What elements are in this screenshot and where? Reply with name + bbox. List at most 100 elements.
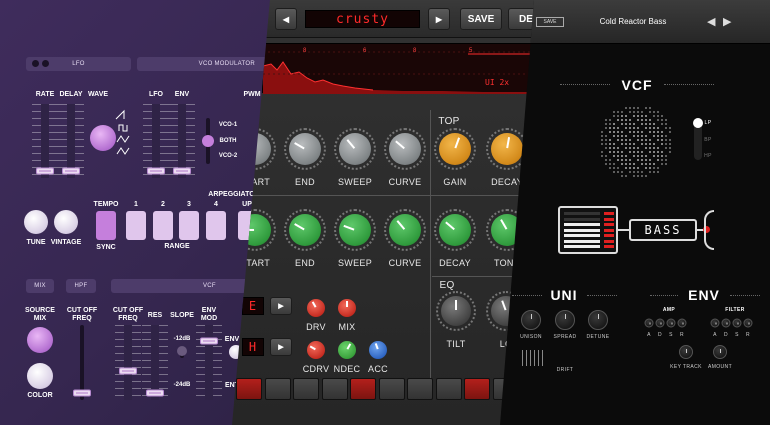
visualizer-dot [657, 111, 659, 113]
visualizer-dot [653, 123, 655, 125]
ndec-knob[interactable] [338, 341, 356, 359]
res-slider[interactable] [146, 389, 164, 397]
curve-knob-1[interactable] [389, 133, 421, 165]
visualizer-dot [645, 147, 647, 149]
section-divider [430, 110, 431, 385]
visualizer-dot [629, 127, 631, 129]
mix-knob[interactable] [338, 299, 356, 317]
step-button[interactable] [435, 378, 462, 400]
divider-dots [730, 295, 760, 296]
filter-r-knob[interactable] [743, 318, 753, 328]
step-button[interactable] [407, 378, 433, 400]
visualizer-dot [621, 159, 623, 161]
step-button[interactable] [378, 378, 405, 400]
prev-preset-button[interactable]: ◀ [275, 8, 297, 30]
prev-preset-icon[interactable]: ◀ [707, 15, 715, 28]
next-preset-icon[interactable]: ▶ [723, 15, 731, 28]
step-button[interactable] [293, 378, 319, 400]
range-1-button[interactable] [126, 211, 146, 240]
drift-slider[interactable] [522, 350, 544, 366]
key-track-knob[interactable] [679, 345, 693, 359]
vcomod-lfo-slider[interactable] [147, 167, 165, 175]
tilt-knob[interactable] [441, 296, 471, 326]
amp-d-knob[interactable] [655, 318, 665, 328]
visualizer-dot [625, 135, 627, 137]
visualizer-dot [649, 167, 651, 169]
visualizer-dot [649, 119, 651, 121]
vco-selector-switch[interactable] [202, 135, 214, 147]
visualizer-dot [629, 171, 631, 173]
visualizer-dot [613, 167, 615, 169]
amp-a-knob[interactable] [644, 318, 654, 328]
visualizer-dot [609, 131, 611, 133]
visualizer-dot [661, 115, 663, 117]
visualizer-dot [641, 171, 643, 173]
visualizer-dot [625, 119, 627, 121]
amount-knob[interactable] [713, 345, 727, 359]
triangle-right-icon: ▶ [278, 344, 284, 351]
range-4-button[interactable] [206, 211, 226, 240]
step-button[interactable] [350, 378, 376, 400]
amp-r-knob[interactable] [677, 318, 687, 328]
end-knob-2[interactable] [289, 214, 321, 246]
save-button[interactable]: SAVE [460, 8, 502, 30]
meter-peak-segment [604, 228, 614, 232]
vintage-knob[interactable] [54, 210, 78, 234]
end-knob-1[interactable] [289, 133, 321, 165]
cdrv-knob[interactable] [307, 341, 325, 359]
wave-knob[interactable] [90, 125, 116, 151]
sweep-knob-1[interactable] [339, 133, 371, 165]
visualizer-dot [625, 143, 627, 145]
source-mix-knob[interactable] [27, 327, 53, 353]
hpf-cutoff-slider[interactable] [73, 389, 91, 397]
filter-mode-switch[interactable] [693, 118, 703, 128]
unison-knob[interactable] [521, 310, 541, 330]
both-label: BOTH [219, 138, 237, 144]
mini-right-button-2[interactable]: ▶ [270, 338, 292, 356]
visualizer-dot [617, 115, 619, 117]
step-button[interactable] [236, 378, 262, 400]
gain-knob[interactable] [439, 133, 471, 165]
range-3-button[interactable] [179, 211, 199, 240]
range-2-button[interactable] [153, 211, 173, 240]
filter-label: FILTER [725, 307, 745, 313]
amp-s-knob[interactable] [666, 318, 676, 328]
visualizer-dot [641, 135, 643, 137]
filter-d-knob[interactable] [721, 318, 731, 328]
sweep-knob-2[interactable] [339, 214, 371, 246]
visualizer-dot [605, 123, 607, 125]
spread-knob[interactable] [555, 310, 575, 330]
filter-s-knob[interactable] [732, 318, 742, 328]
divider-dots [664, 84, 714, 85]
vcf-cutoff-slider[interactable] [119, 367, 137, 375]
visualizer-dot [633, 167, 635, 169]
drv-knob[interactable] [307, 299, 325, 317]
decay-knob-1[interactable] [491, 133, 523, 165]
tune-knob[interactable] [24, 210, 48, 234]
visualizer-dot [621, 171, 623, 173]
detune-knob[interactable] [588, 310, 608, 330]
spread-label: SPREAD [553, 334, 577, 340]
color-knob[interactable] [27, 363, 53, 389]
vcomod-env-slider[interactable] [173, 167, 191, 175]
tempo-sync-button[interactable] [96, 211, 116, 240]
step-button[interactable] [321, 378, 348, 400]
acc-knob[interactable] [369, 341, 387, 359]
step-button[interactable] [464, 378, 490, 400]
slope-switch[interactable] [177, 346, 187, 356]
mini-right-button-1[interactable]: ▶ [270, 297, 292, 315]
env-mod-slider[interactable] [200, 337, 218, 345]
visualizer-dot [633, 155, 635, 157]
hpf-header: HPF [66, 279, 96, 293]
rate-slider[interactable] [36, 167, 54, 175]
step-button[interactable] [264, 378, 291, 400]
curve-knob-2[interactable] [389, 214, 421, 246]
decay-knob-2[interactable] [439, 214, 471, 246]
next-preset-button[interactable]: ▶ [428, 8, 450, 30]
delay-slider[interactable] [62, 167, 80, 175]
visualizer-dot [641, 155, 643, 157]
visualizer-dot [669, 147, 671, 149]
visualizer-dot [625, 115, 627, 117]
save-button-small[interactable]: SAVE [536, 17, 564, 27]
filter-a-knob[interactable] [710, 318, 720, 328]
